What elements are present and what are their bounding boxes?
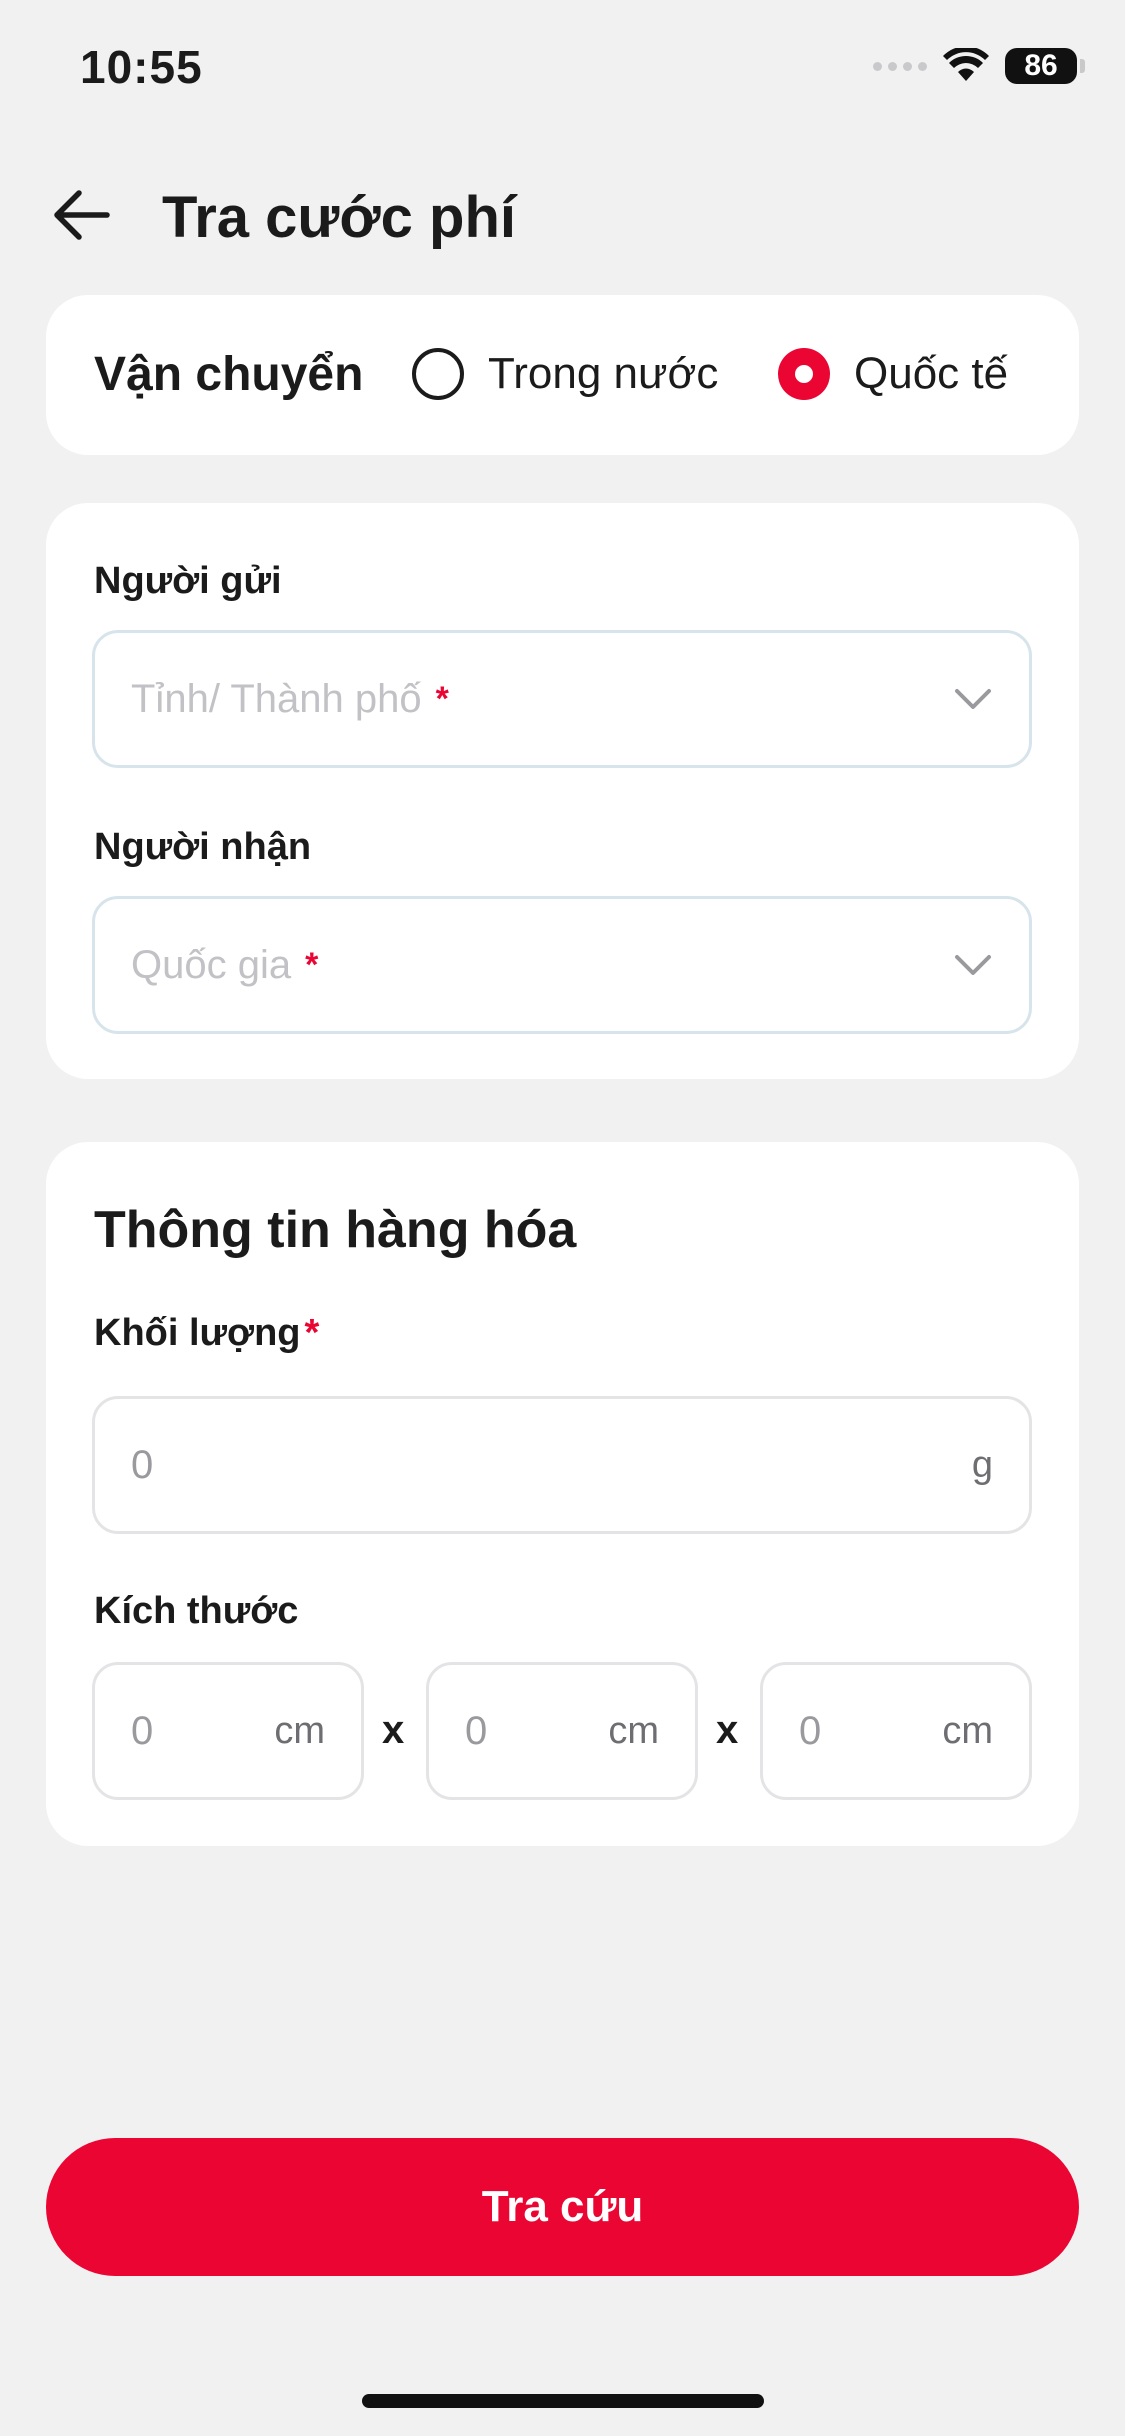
radio-domestic[interactable]: Trong nước <box>412 348 718 400</box>
radio-checked-icon[interactable] <box>778 348 830 400</box>
back-button[interactable] <box>46 180 116 250</box>
length-unit: cm <box>274 1709 325 1752</box>
required-mark: * <box>435 679 449 718</box>
battery-icon: 86 <box>1005 48 1085 84</box>
height-unit: cm <box>942 1709 993 1752</box>
sender-label: Người gửi <box>94 560 282 602</box>
goods-section-title: Thông tin hàng hóa <box>94 1201 577 1259</box>
radio-international[interactable]: Quốc tế <box>778 348 1008 400</box>
receiver-label: Người nhận <box>94 826 312 868</box>
weight-unit: g <box>971 1443 993 1486</box>
cellular-signal-icon <box>873 61 927 71</box>
status-icons: 86 <box>873 48 1085 84</box>
goods-info-card: Thông tin hàng hóa Khối lượng * 0 g Kích … <box>46 1142 1079 1846</box>
wifi-icon <box>943 48 989 81</box>
home-indicator <box>362 2394 764 2408</box>
status-time: 10:55 <box>80 41 203 93</box>
radio-unchecked-icon[interactable] <box>412 348 464 400</box>
chevron-down-icon <box>955 955 991 975</box>
required-mark: * <box>304 1312 320 1354</box>
route-card: Người gửi Tỉnh/ Thành phố * Người nhận Q… <box>46 503 1079 1079</box>
shipping-label: Vận chuyển <box>94 348 364 401</box>
width-input[interactable]: 0 cm <box>426 1662 698 1800</box>
page-title: Tra cước phí <box>162 185 517 250</box>
radio-domestic-label: Trong nước <box>488 349 719 398</box>
length-input[interactable]: 0 cm <box>92 1662 364 1800</box>
width-value: 0 <box>465 1708 488 1753</box>
weight-input[interactable]: 0 g <box>92 1396 1032 1534</box>
height-input[interactable]: 0 cm <box>760 1662 1032 1800</box>
sender-province-placeholder: Tỉnh/ Thành phố <box>131 676 422 721</box>
weight-label-text: Khối lượng <box>94 1312 301 1354</box>
height-value: 0 <box>799 1708 822 1753</box>
required-mark: * <box>305 945 319 984</box>
receiver-country-placeholder: Quốc gia <box>131 942 292 987</box>
width-unit: cm <box>608 1709 659 1752</box>
weight-value: 0 <box>131 1442 154 1487</box>
receiver-country-select[interactable]: Quốc gia * <box>92 896 1032 1034</box>
arrow-left-icon <box>54 190 110 240</box>
dimension-separator: x <box>382 1708 405 1752</box>
sender-province-select[interactable]: Tỉnh/ Thành phố * <box>92 630 1032 768</box>
chevron-down-icon <box>955 689 991 709</box>
lookup-button[interactable]: Tra cứu <box>46 2138 1079 2276</box>
battery-level: 86 <box>1005 48 1077 84</box>
radio-international-label: Quốc tế <box>854 349 1009 398</box>
size-label: Kích thước <box>94 1590 299 1632</box>
shipping-type-card: Vận chuyển Trong nước Quốc tế <box>46 295 1079 455</box>
length-value: 0 <box>131 1708 154 1753</box>
weight-label: Khối lượng * <box>94 1312 319 1355</box>
dimension-separator: x <box>716 1708 739 1752</box>
